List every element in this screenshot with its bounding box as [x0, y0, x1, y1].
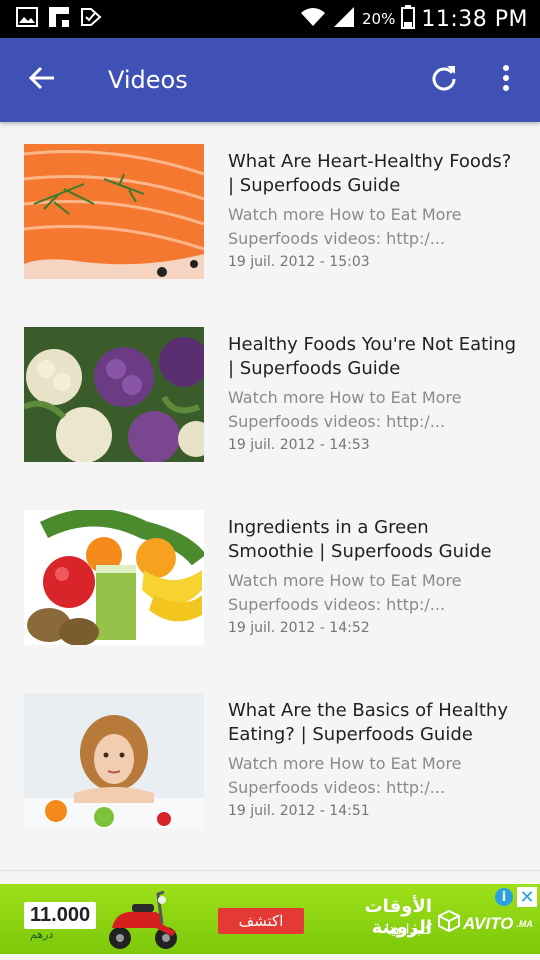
salmon-thumbnail: [24, 144, 204, 279]
video-list-item[interactable]: Ingredients in a Green Smoothie | Superf…: [0, 488, 540, 670]
app-toolbar: Videos: [0, 38, 540, 122]
ad-brand: AVITO .MA: [438, 909, 533, 937]
video-date: 19 juil. 2012 - 14:52: [228, 620, 370, 636]
video-list-item[interactable]: What Are Heart-Healthy Foods? | Superfoo…: [0, 122, 540, 304]
page-title: Videos: [108, 66, 188, 94]
wifi-icon: [300, 6, 326, 32]
ad-info-icon[interactable]: i: [495, 888, 513, 906]
video-list-item[interactable]: What Are the Basics of Healthy Eating? |…: [0, 671, 540, 853]
video-title: Ingredients in a Green Smoothie | Superf…: [228, 517, 492, 562]
video-date: 19 juil. 2012 - 15:03: [228, 254, 370, 270]
video-date: 19 juil. 2012 - 14:53: [228, 437, 370, 453]
cauliflower-thumbnail: [24, 327, 204, 462]
video-list-item[interactable]: Healthy Foods You're Not Eating | Superf…: [0, 305, 540, 487]
woman-fruit-thumbnail: [24, 693, 204, 828]
ad-cta-button[interactable]: اكتشف: [218, 908, 304, 934]
gallery-icon: [16, 7, 38, 31]
avito-cube-icon: [438, 909, 460, 937]
list-divider: [0, 870, 540, 871]
refresh-icon: [430, 64, 458, 96]
smoothie-fruits-thumbnail: [24, 510, 204, 645]
scooter-image: [106, 888, 182, 954]
video-description: Watch more How to Eat More Superfoods vi…: [228, 754, 462, 797]
video-title: Healthy Foods You're Not Eating | Superf…: [228, 334, 517, 379]
ad-subline: كتبدا هنا: [385, 922, 432, 938]
check-notification-icon: [80, 6, 102, 32]
ad-price: 11.000: [24, 902, 97, 929]
refresh-button[interactable]: [424, 60, 464, 100]
more-options-button[interactable]: [486, 60, 526, 100]
battery-percent: 20%: [362, 10, 396, 28]
back-button[interactable]: [22, 60, 62, 100]
video-description: Watch more How to Eat More Superfoods vi…: [228, 205, 462, 248]
video-description: Watch more How to Eat More Superfoods vi…: [228, 571, 462, 614]
signal-icon: [332, 6, 356, 32]
ad-brand-suffix: .MA: [516, 918, 533, 929]
status-time: 11:38 PM: [421, 6, 528, 32]
ad-currency: درهم: [30, 928, 54, 941]
video-title: What Are Heart-Healthy Foods? | Superfoo…: [228, 151, 512, 196]
status-bar: 20% 11:38 PM: [0, 0, 540, 38]
arrow-back-icon: [28, 66, 55, 94]
video-title: What Are the Basics of Healthy Eating? |…: [228, 700, 508, 745]
video-description: Watch more How to Eat More Superfoods vi…: [228, 388, 462, 431]
battery-icon: [401, 5, 416, 33]
ad-banner[interactable]: 11.000 درهم اكتشف الأوقات الزوينة كتبدا …: [0, 884, 540, 954]
more-vert-icon: [502, 65, 510, 95]
flipboard-icon: [48, 6, 70, 32]
ad-close-icon[interactable]: ✕: [517, 887, 537, 908]
video-date: 19 juil. 2012 - 14:51: [228, 803, 370, 819]
ad-brand-name: AVITO: [463, 913, 514, 933]
